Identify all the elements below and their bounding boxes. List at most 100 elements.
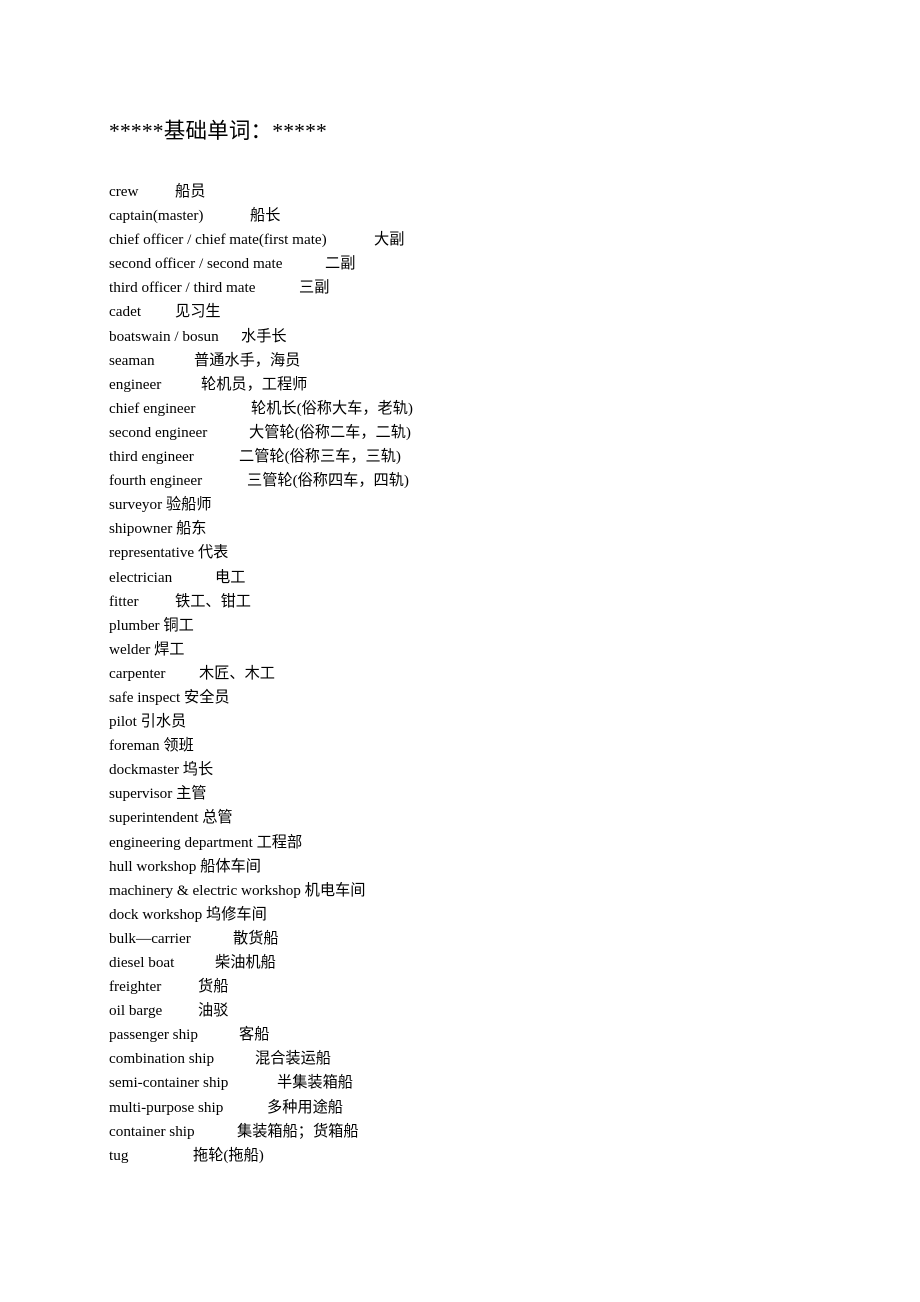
- vocabulary-term: chief engineer: [109, 399, 196, 417]
- vocabulary-term: crew: [109, 183, 139, 200]
- vocabulary-entry: third engineer 二管轮(俗称三车，三轨): [109, 445, 869, 469]
- vocabulary-term: dockmaster 坞长: [109, 761, 214, 779]
- vocabulary-gloss: 三副: [299, 279, 330, 297]
- vocabulary-entry: pilot 引水员: [109, 710, 869, 734]
- vocabulary-entry: shipowner 船东: [109, 517, 869, 541]
- vocabulary-entry: container ship 集装箱船；货箱船: [109, 1120, 869, 1144]
- vocabulary-term: oil barge: [109, 1002, 163, 1020]
- vocabulary-term: multi-purpose ship: [109, 1098, 224, 1116]
- vocabulary-entry: second engineer 大管轮(俗称二车，二轨): [109, 421, 869, 445]
- vocabulary-entry: seaman 普通水手，海员: [109, 349, 869, 373]
- vocabulary-term: machinery & electric workshop 机电车间: [109, 881, 366, 899]
- vocabulary-term: hull workshop 船体车间: [109, 857, 261, 875]
- vocabulary-term: plumber 铜工: [109, 616, 194, 634]
- vocabulary-gloss: 柴油机船: [215, 954, 276, 971]
- vocabulary-entry: combination ship 混合装运船: [109, 1047, 869, 1071]
- document-body: *****基础单词：***** crew 船员 captain(master) 船长 c…: [109, 0, 869, 1168]
- vocabulary-gloss: 电工: [215, 568, 246, 586]
- vocabulary-entry: dockmaster 坞长: [109, 758, 869, 782]
- vocabulary-term: supervisor 主管: [109, 785, 207, 803]
- vocabulary-gloss: 三管轮(俗称四车，四轨): [247, 472, 409, 490]
- vocabulary-term: fourth engineer: [109, 472, 203, 490]
- vocabulary-term: surveyor 验船师: [109, 496, 212, 514]
- vocabulary-entry: engineering department 工程部: [109, 831, 869, 855]
- vocabulary-gloss: 二管轮(俗称三车，三轨): [239, 448, 401, 466]
- vocabulary-term: cadet: [109, 303, 142, 321]
- vocabulary-entry: engineer 轮机员，工程师: [109, 373, 869, 397]
- vocabulary-entry: chief officer / chief mate(first mate) 大副: [109, 228, 869, 252]
- document-page: *****基础单词：***** crew 船员 captain(master) 船长 c…: [0, 0, 920, 1302]
- vocabulary-term: dock workshop 坞修车间: [109, 905, 267, 923]
- vocabulary-gloss: 混合装运船: [255, 1050, 331, 1068]
- vocabulary-entry: plumber 铜工: [109, 614, 869, 638]
- vocabulary-entry: third officer / third mate 三副: [109, 276, 869, 300]
- vocabulary-term: pilot 引水员: [109, 713, 187, 731]
- vocabulary-term: fitter: [109, 592, 139, 610]
- vocabulary-entry: fourth engineer 三管轮(俗称四车，四轨): [109, 469, 869, 493]
- vocabulary-entry: carpenter 木匠、木工: [109, 662, 869, 686]
- vocabulary-term: passenger ship: [109, 1026, 198, 1044]
- vocabulary-term: second engineer: [109, 423, 208, 441]
- vocabulary-gloss: 见习生: [175, 303, 221, 321]
- vocabulary-term: diesel boat: [109, 954, 175, 971]
- vocabulary-term: engineering department 工程部: [109, 833, 303, 851]
- vocabulary-entry: passenger ship 客船: [109, 1023, 869, 1047]
- vocabulary-term: boatswain / bosun: [109, 327, 219, 345]
- vocabulary-term: electrician: [109, 568, 173, 586]
- vocabulary-term: representative 代表: [109, 544, 229, 562]
- vocabulary-term: foreman 领班: [109, 737, 194, 755]
- vocabulary-term: third engineer: [109, 448, 194, 466]
- vocabulary-entry: tug 拖轮(拖船): [109, 1144, 869, 1168]
- vocabulary-entry: safe inspect 安全员: [109, 686, 869, 710]
- vocabulary-entry: semi-container ship 半集装箱船: [109, 1071, 869, 1095]
- vocabulary-term: chief officer / chief mate(first mate): [109, 231, 327, 249]
- vocabulary-entry: electrician 电工: [109, 566, 869, 590]
- vocabulary-gloss: 多种用途船: [267, 1098, 343, 1116]
- vocabulary-term: captain(master): [109, 207, 204, 225]
- vocabulary-term: container ship: [109, 1122, 195, 1140]
- vocabulary-gloss: 散货船: [233, 929, 279, 947]
- vocabulary-entry: dock workshop 坞修车间: [109, 903, 869, 927]
- vocabulary-entry: machinery & electric workshop 机电车间: [109, 879, 869, 903]
- vocabulary-entry: second officer / second mate 二副: [109, 252, 869, 276]
- vocabulary-term: combination ship: [109, 1050, 215, 1068]
- vocabulary-gloss: 普通水手，海员: [194, 351, 301, 369]
- vocabulary-term: engineer: [109, 375, 162, 393]
- vocabulary-gloss: 半集装箱船: [277, 1074, 353, 1092]
- vocabulary-gloss: 集装箱船；货箱船: [237, 1122, 359, 1140]
- vocabulary-gloss: 大副: [374, 231, 405, 249]
- vocabulary-term: semi-container ship: [109, 1074, 229, 1092]
- vocabulary-gloss: 油驳: [198, 1002, 229, 1020]
- vocabulary-entry: multi-purpose ship 多种用途船: [109, 1096, 869, 1120]
- vocabulary-term: shipowner 船东: [109, 520, 207, 538]
- vocabulary-gloss: 船员: [175, 183, 206, 200]
- vocabulary-entry: diesel boat 柴油机船: [109, 951, 869, 975]
- vocabulary-entry: supervisor 主管: [109, 782, 869, 806]
- vocabulary-entry: bulk—carrier 散货船: [109, 927, 869, 951]
- vocabulary-gloss: 货船: [198, 978, 229, 996]
- vocabulary-term: second officer / second mate: [109, 255, 283, 273]
- vocabulary-gloss: 客船: [239, 1026, 270, 1044]
- page-title: *****基础单词：*****: [109, 119, 328, 143]
- vocabulary-entry: welder 焊工: [109, 638, 869, 662]
- vocabulary-entry: representative 代表: [109, 541, 869, 565]
- vocabulary-entry: oil barge 油驳: [109, 999, 869, 1023]
- vocabulary-entry: foreman 领班: [109, 734, 869, 758]
- vocabulary-term: welder 焊工: [109, 640, 185, 658]
- vocabulary-gloss: 拖轮(拖船): [193, 1146, 264, 1164]
- vocabulary-entry: captain(master) 船长: [109, 204, 869, 228]
- vocabulary-entry: cadet 见习生: [109, 300, 869, 324]
- vocabulary-term: tug: [109, 1146, 129, 1164]
- vocabulary-term: superintendent 总管: [109, 809, 233, 827]
- vocabulary-gloss: 铁工、钳工: [175, 592, 251, 610]
- vocabulary-entry: chief engineer 轮机长(俗称大车，老轨): [109, 397, 869, 421]
- vocabulary-gloss: 大管轮(俗称二车，二轨): [249, 423, 411, 441]
- vocabulary-term: freighter: [109, 978, 162, 996]
- vocabulary-term: bulk—carrier: [109, 929, 191, 947]
- vocabulary-gloss: 二副: [325, 255, 356, 273]
- vocabulary-entry: surveyor 验船师: [109, 493, 869, 517]
- vocabulary-entry: crew 船员: [109, 180, 869, 204]
- vocabulary-gloss: 木匠、木工: [199, 664, 275, 682]
- vocabulary-entry: boatswain / bosun 水手长: [109, 325, 869, 349]
- vocabulary-entry: fitter 铁工、钳工: [109, 590, 869, 614]
